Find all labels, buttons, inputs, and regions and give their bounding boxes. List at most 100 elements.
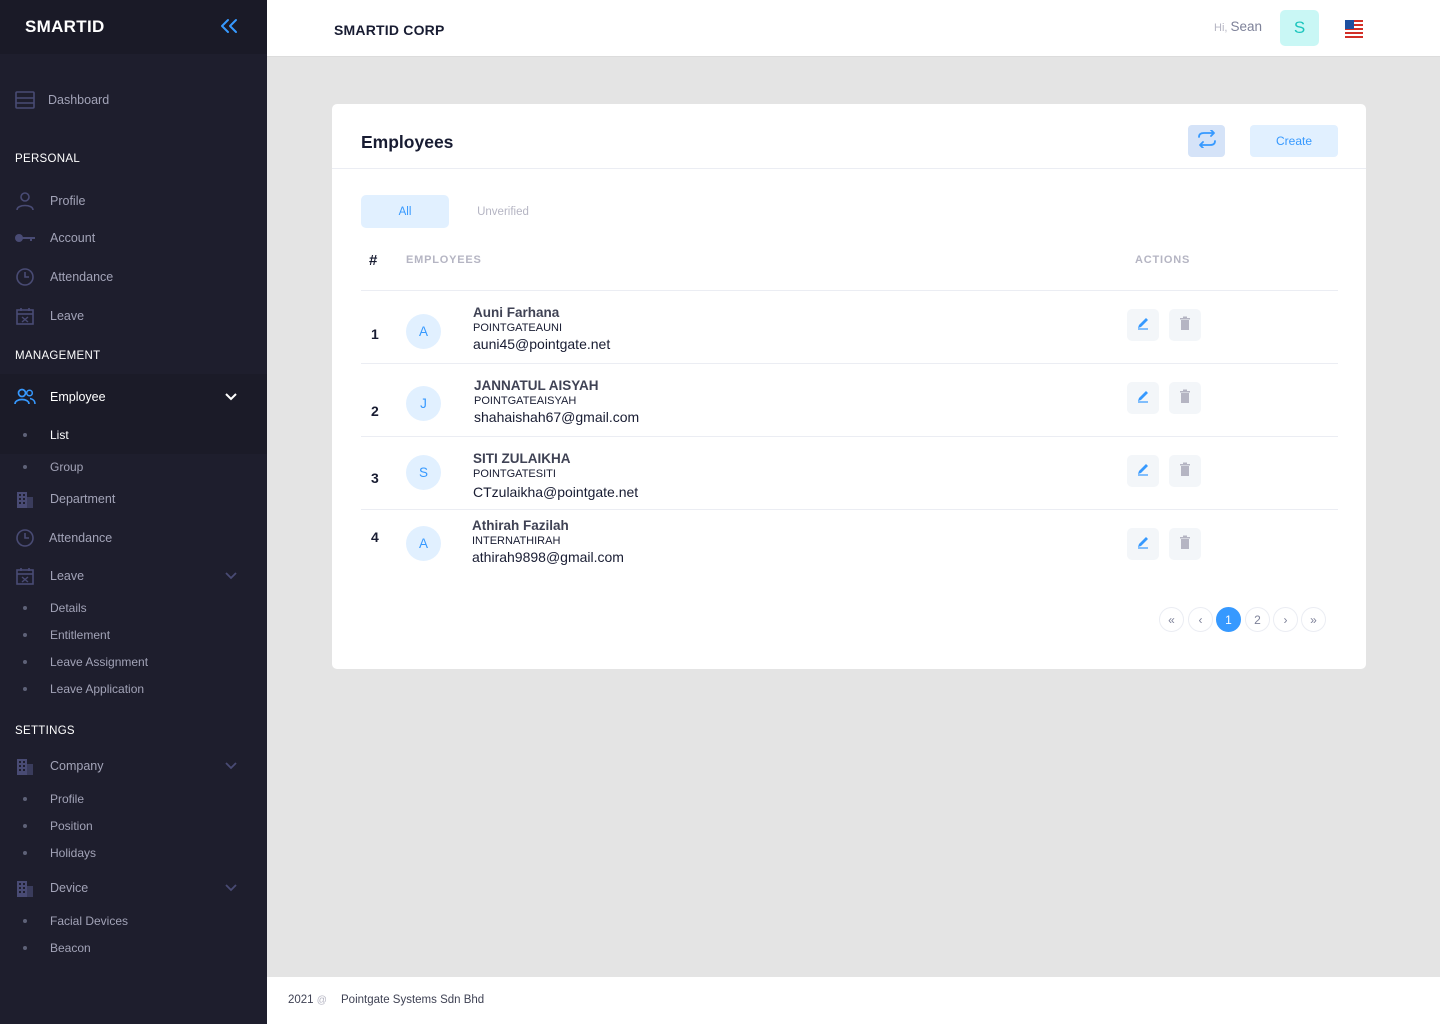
chevron-down-icon[interactable] (223, 568, 239, 584)
sidebar-item-label: Company (50, 759, 104, 773)
sidebar-item-label: Facial Devices (50, 913, 129, 928)
employee-name[interactable]: SITI ZULAIKHA (473, 451, 638, 467)
table-row: 3 S SITI ZULAIKHA POINTGATESITI CTzulaik… (361, 436, 1338, 509)
key-icon (14, 227, 36, 249)
row-number: 4 (371, 529, 379, 545)
top-header: SMARTID CORP Hi, Sean S (267, 0, 1440, 57)
user-avatar[interactable]: S (1280, 10, 1319, 46)
employees-card: Employees Create All Unverified # EMPLOY… (332, 104, 1366, 669)
sidebar-subitem-leave-details[interactable]: Details (0, 594, 267, 621)
sidebar-item-label: Holidays (50, 845, 97, 860)
sidebar-item-leave[interactable]: Leave (0, 305, 267, 327)
sidebar-item-label: Profile (50, 194, 86, 208)
edit-button[interactable] (1127, 309, 1159, 341)
column-header-number: # (369, 252, 378, 269)
bullet-icon (23, 796, 27, 801)
footer-copyright: 2021 @ (288, 994, 327, 1006)
sidebar-subitem-leave-assignment[interactable]: Leave Assignment (0, 648, 267, 675)
row-number: 1 (371, 326, 379, 342)
section-management: MANAGEMENT (15, 350, 101, 362)
sidebar-item-employee[interactable]: Employee (0, 386, 267, 408)
employee-info: Athirah Fazilah INTERNATHIRAH athirah989… (472, 518, 624, 566)
sidebar-item-label: Group (50, 459, 84, 474)
bullet-icon (23, 659, 27, 664)
edit-icon (1136, 316, 1150, 335)
sidebar-item-dashboard[interactable]: Dashboard (0, 88, 267, 112)
employee-email: shahaishah67@gmail.com (474, 409, 640, 426)
footer-company-link[interactable]: Pointgate Systems Sdn Bhd (341, 994, 484, 1006)
us-flag-icon[interactable] (1345, 20, 1363, 38)
delete-button[interactable] (1169, 382, 1201, 414)
employee-email: auni45@pointgate.net (473, 336, 611, 353)
sidebar: SMARTID Dashboard PERSONAL Profile Accou… (0, 0, 267, 1024)
page-next-button[interactable]: › (1273, 607, 1298, 632)
sidebar-subitem-leave-application[interactable]: Leave Application (0, 675, 267, 702)
sidebar-item-mgmt-attendance[interactable]: Attendance (0, 527, 267, 549)
bullet-icon (23, 605, 27, 610)
bullet-icon (23, 823, 27, 828)
page-last-button[interactable]: » (1301, 607, 1326, 632)
employee-avatar: A (406, 526, 441, 561)
delete-button[interactable] (1169, 309, 1201, 341)
collapse-sidebar-icon[interactable] (219, 16, 239, 38)
sidebar-item-attendance[interactable]: Attendance (0, 266, 267, 288)
bullet-icon (23, 432, 27, 437)
sidebar-subitem-facial-devices[interactable]: Facial Devices (0, 907, 267, 934)
employee-email: CTzulaikha@pointgate.net (473, 484, 639, 501)
sidebar-item-label: List (50, 427, 69, 442)
page-2-button[interactable]: 2 (1245, 607, 1270, 632)
sidebar-item-label: Device (50, 881, 89, 895)
employee-name[interactable]: JANNATUL AISYAH (474, 378, 639, 394)
sidebar-subitem-position[interactable]: Position (0, 812, 267, 839)
section-personal: PERSONAL (15, 153, 81, 165)
table-row: 1 A Auni Farhana POINTGATEAUNI auni45@po… (361, 290, 1338, 363)
page-first-button[interactable]: « (1159, 607, 1184, 632)
employee-name[interactable]: Auni Farhana (473, 305, 610, 321)
sidebar-item-department[interactable]: Department (0, 488, 267, 510)
tab-unverified[interactable]: Unverified (468, 195, 538, 228)
tab-all[interactable]: All (361, 195, 449, 228)
sidebar-item-profile[interactable]: Profile (0, 190, 267, 212)
footer-year: 2021 (288, 994, 314, 1006)
calendar-x-icon (14, 305, 36, 327)
edit-button[interactable] (1127, 528, 1159, 560)
section-settings: SETTINGS (15, 725, 75, 737)
sidebar-subitem-entitlement[interactable]: Entitlement (0, 621, 267, 648)
sync-button[interactable] (1188, 125, 1225, 157)
trash-icon (1179, 535, 1191, 554)
column-header-employees[interactable]: EMPLOYEES (406, 254, 482, 266)
edit-button[interactable] (1127, 382, 1159, 414)
edit-icon (1136, 389, 1150, 408)
chevron-down-icon[interactable] (223, 389, 239, 405)
company-name: SMARTID CORP (334, 22, 445, 38)
trash-icon (1179, 462, 1191, 481)
user-greeting[interactable]: Hi, Sean (1214, 19, 1262, 34)
sidebar-item-label: Dashboard (48, 93, 110, 107)
sidebar-subitem-beacon[interactable]: Beacon (0, 934, 267, 961)
sidebar-item-label: Details (50, 600, 87, 615)
employee-username: POINTGATEAUNI (473, 322, 563, 335)
delete-button[interactable] (1169, 455, 1201, 487)
sidebar-subitem-holidays[interactable]: Holidays (0, 839, 267, 866)
delete-button[interactable] (1169, 528, 1201, 560)
sidebar-subitem-list[interactable]: List (0, 421, 267, 448)
calendar-x-icon (14, 565, 36, 587)
sidebar-item-account[interactable]: Account (0, 227, 267, 249)
card-header: Employees Create (332, 104, 1366, 169)
sidebar-item-mgmt-leave[interactable]: Leave (0, 565, 267, 587)
employee-email: athirah9898@gmail.com (472, 549, 624, 566)
refresh-icon (1196, 128, 1218, 153)
sidebar-subitem-company-profile[interactable]: Profile (0, 785, 267, 812)
chevron-down-icon[interactable] (223, 880, 239, 896)
greeting-text: Hi, (1214, 22, 1228, 34)
page-1-button[interactable]: 1 (1216, 607, 1241, 632)
edit-button[interactable] (1127, 455, 1159, 487)
sidebar-item-label: Leave Assignment (50, 654, 149, 669)
sidebar-item-company[interactable]: Company (0, 755, 267, 777)
sidebar-subitem-group[interactable]: Group (0, 453, 267, 480)
chevron-down-icon[interactable] (223, 758, 239, 774)
create-button[interactable]: Create (1250, 125, 1338, 157)
sidebar-item-device[interactable]: Device (0, 877, 267, 899)
employee-name[interactable]: Athirah Fazilah (472, 518, 624, 534)
page-prev-button[interactable]: ‹ (1188, 607, 1213, 632)
